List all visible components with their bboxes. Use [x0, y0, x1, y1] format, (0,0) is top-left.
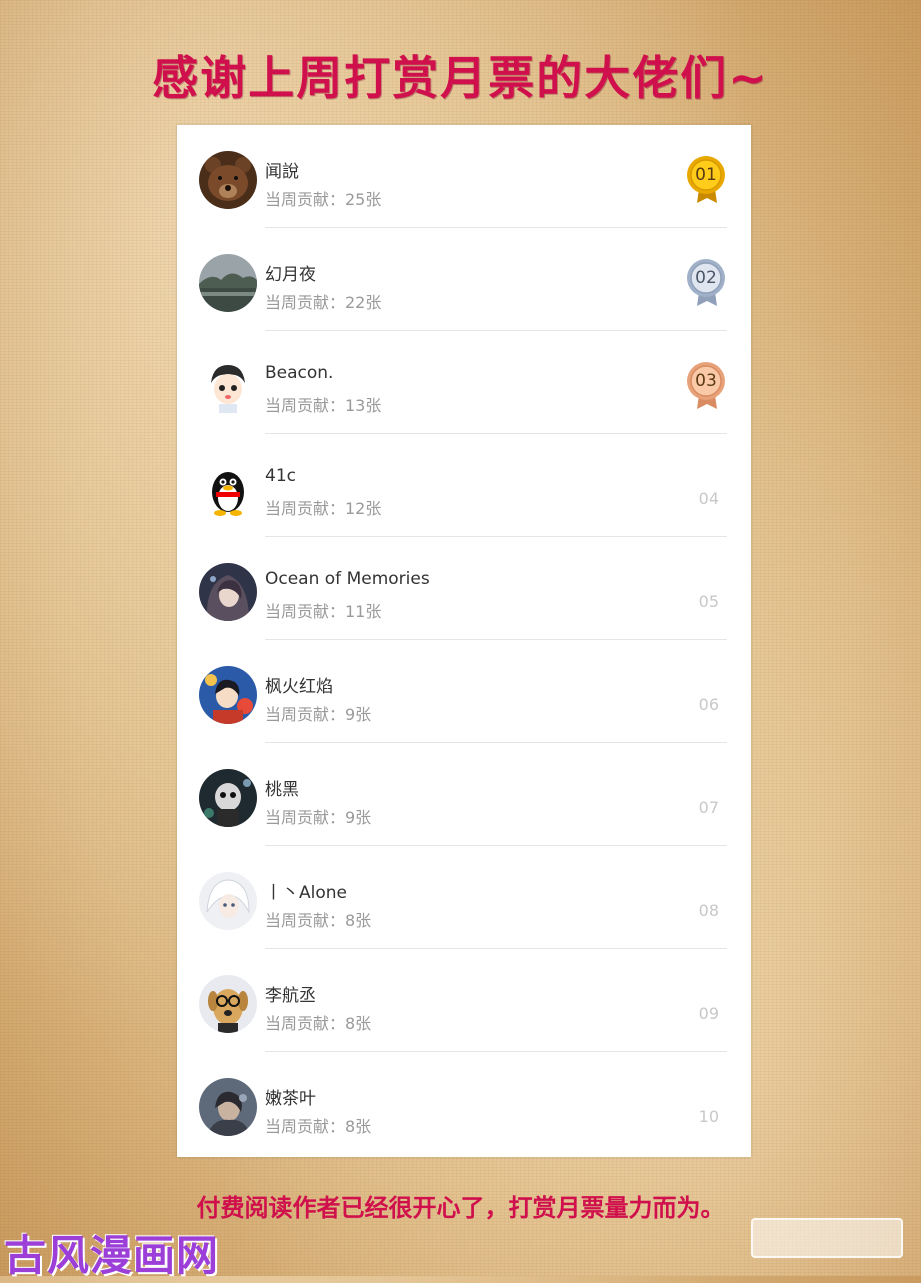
page-title: 感谢上周打赏月票的大佬们~ — [152, 51, 769, 105]
user-name: 李航丞 — [265, 986, 316, 1006]
watermark-text: 古风漫画网 — [4, 1231, 220, 1280]
rank-number: 03 — [695, 371, 717, 391]
site-logo-watermark — [751, 1218, 903, 1258]
landscape-avatar-icon — [199, 254, 257, 312]
list-item[interactable]: 41c 当周贡献：12张 04 — [177, 434, 751, 537]
user-name: 嫩茶叶 — [265, 1089, 316, 1109]
white-hair-avatar-icon — [199, 872, 257, 930]
contribution-text: 当周贡献：8张 — [265, 911, 372, 930]
user-name: Ocean of Memories — [265, 569, 430, 589]
list-item[interactable]: 丨丶Alone 当周贡献：8张 08 — [177, 846, 751, 949]
list-item[interactable]: 嫩茶叶 当周贡献：8张 10 — [177, 1052, 751, 1155]
user-name: 闻說 — [265, 162, 299, 182]
rank-number: 09 — [698, 1004, 719, 1023]
contribution-text: 当周贡献：13张 — [265, 396, 382, 415]
anime-girl-avatar-icon — [199, 563, 257, 621]
list-item[interactable]: Beacon. 当周贡献：13张 03 — [177, 331, 751, 434]
rank-number: 06 — [698, 695, 719, 714]
contribution-text: 当周贡献：8张 — [265, 1014, 372, 1033]
ranking-list: 闻說 当周贡献：25张 01 幻月夜 当周贡献：22张 02 Beacon. 当… — [177, 125, 751, 1157]
silver-medal-icon: 02 — [685, 258, 729, 308]
list-item[interactable]: 幻月夜 当周贡献：22张 02 — [177, 228, 751, 331]
contribution-text: 当周贡献：25张 — [265, 190, 382, 209]
anime-boy-avatar-icon — [199, 666, 257, 724]
user-name: 幻月夜 — [265, 265, 316, 285]
bear-avatar-icon — [199, 151, 257, 209]
dark-character-avatar-icon — [199, 769, 257, 827]
contribution-text: 当周贡献：8张 — [265, 1117, 372, 1136]
user-name: 丨丶Alone — [265, 883, 347, 903]
user-name: 枫火红焰 — [265, 677, 333, 697]
user-name: 41c — [265, 466, 296, 486]
cartoon-boy-avatar-icon — [199, 357, 257, 415]
bronze-medal-icon: 03 — [685, 361, 729, 411]
contribution-text: 当周贡献：12张 — [265, 499, 382, 518]
list-item[interactable]: 闻說 当周贡献：25张 01 — [177, 125, 751, 228]
list-item[interactable]: 李航丞 当周贡献：8张 09 — [177, 949, 751, 1052]
list-item[interactable]: Ocean of Memories 当周贡献：11张 05 — [177, 537, 751, 640]
rank-number: 07 — [698, 798, 719, 817]
contribution-text: 当周贡献：9张 — [265, 808, 372, 827]
dog-glasses-avatar-icon — [199, 975, 257, 1033]
rank-number: 02 — [695, 268, 717, 288]
contribution-text: 当周贡献：22张 — [265, 293, 382, 312]
dark-figure-avatar-icon — [199, 1078, 257, 1136]
list-item[interactable]: 枫火红焰 当周贡献：9张 06 — [177, 640, 751, 743]
list-item[interactable]: 桃黑 当周贡献：9张 07 — [177, 743, 751, 846]
contribution-text: 当周贡献：9张 — [265, 705, 372, 724]
penguin-avatar-icon — [199, 460, 257, 518]
rank-number: 04 — [698, 489, 719, 508]
user-name: 桃黑 — [265, 780, 299, 800]
rank-number: 05 — [698, 592, 719, 611]
rank-number: 01 — [695, 165, 717, 185]
rank-number: 08 — [698, 901, 719, 920]
contribution-text: 当周贡献：11张 — [265, 602, 382, 621]
rank-number: 10 — [698, 1107, 719, 1126]
user-name: Beacon. — [265, 363, 334, 383]
gold-medal-icon: 01 — [685, 155, 729, 205]
